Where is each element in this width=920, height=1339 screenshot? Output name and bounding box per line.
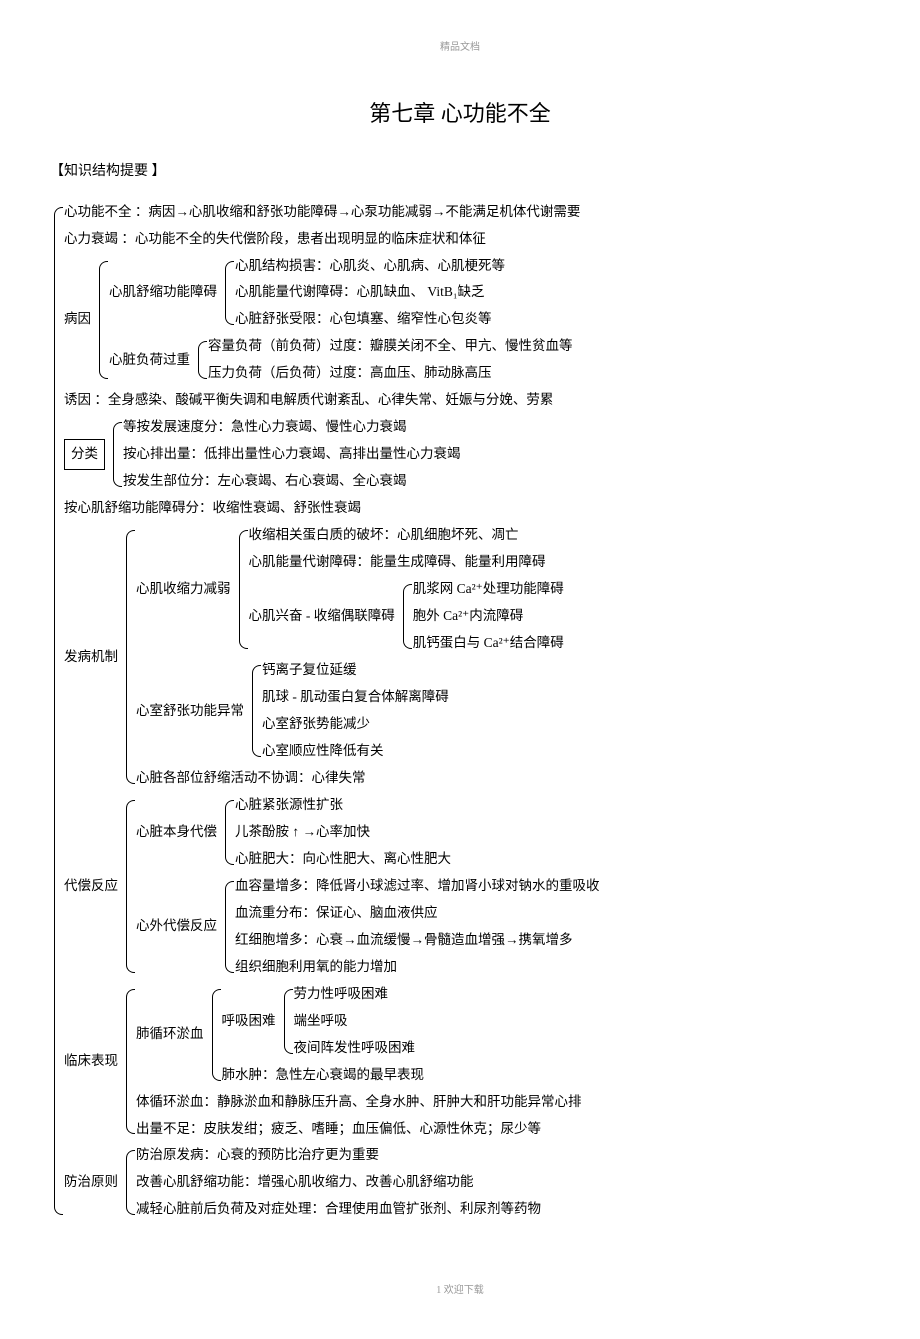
mech-b-label: 心室舒张功能异常 [136, 657, 248, 765]
page-header: 精品文档 [50, 40, 870, 56]
brace-icon [50, 199, 64, 1224]
clinical-label: 临床表现 [64, 981, 122, 1143]
mech-item: 胞外 Ca²⁺内流障碍 [413, 603, 564, 630]
brace-icon [208, 981, 222, 1089]
mech-c: 心脏各部位舒缩活动不协调：心律失常 [136, 765, 564, 792]
classify-label: 分类 [64, 414, 109, 495]
brace-icon [122, 1142, 136, 1223]
treat-item: 改善心肌舒缩功能：增强心肌收缩力、改善心肌舒缩功能 [136, 1169, 541, 1196]
comp-item: 心脏紧张源性扩张 [235, 792, 451, 819]
clin-b: 体循环淤血：静脉淤血和静脉压升高、全身水肿、肝肿大和肝功能异常心排 [136, 1089, 582, 1116]
classify-box: 分类 [64, 439, 105, 470]
comp-item: 红细胞增多：心衰→血流缓慢→骨髓造血增强→携氧增多 [235, 927, 600, 954]
brace-icon [235, 522, 249, 657]
cause-item: 心脏舒张受限：心包填塞、缩窄性心包炎等 [235, 306, 505, 333]
outline-tree: 心功能不全 ：病因→心肌收缩和舒张功能障碍→心泵功能减弱→不能满足机体代谢需要 … [50, 199, 870, 1224]
mech-item: 肌球 - 肌动蛋白复合体解离障碍 [262, 684, 449, 711]
cause-item: 容量负荷（前负荷）过度：瓣膜关闭不全、甲亢、慢性贫血等 [208, 333, 573, 360]
comp-item: 血容量增多：降低肾小球滤过率、增加肾小球对钠水的重吸收 [235, 873, 600, 900]
classify-extra: 按心肌舒缩功能障碍分：收缩性衰竭、舒张性衰竭 [64, 495, 600, 522]
definition-line: 心功能不全 ：病因→心肌收缩和舒张功能障碍→心泵功能减弱→不能满足机体代谢需要 [64, 199, 600, 226]
clin-a-label: 肺循环淤血 [136, 981, 208, 1089]
classify-item: 按心排出量：低排出量性心力衰竭、高排出量性心力衰竭 [123, 441, 461, 468]
treatment-label: 防治原则 [64, 1142, 122, 1223]
trigger-line: 诱因 ：全身感染、酸碱平衡失调和电解质代谢紊乱、心律失常、妊娠与分娩、劳累 [64, 387, 600, 414]
page-footer: 1 欢迎下载 [50, 1283, 870, 1299]
section-label: 【知识结构提要 】 [50, 161, 870, 183]
cause-item: 心肌能量代谢障碍：心肌缺血、 VitB₁缺乏 [235, 279, 505, 306]
comp-item: 儿茶酚胺 ↑ →心率加快 [235, 819, 451, 846]
brace-icon [399, 576, 413, 657]
brace-icon [280, 981, 294, 1062]
dyspnea-label: 呼吸困难 [222, 981, 280, 1062]
brace-icon [109, 414, 123, 495]
brace-icon [95, 253, 109, 388]
classify-item: 等按发展速度分：急性心力衰竭、慢性心力衰竭 [123, 414, 461, 441]
cause-item: 压力负荷（后负荷）过度：高血压、肺动脉高压 [208, 360, 573, 387]
clin-item: 夜间阵发性呼吸困难 [294, 1035, 416, 1062]
clin-c: 出量不足：皮肤发绀；疲乏、嗜睡；血压偏低、心源性休克；尿少等 [136, 1116, 582, 1143]
mech-a-label: 心肌收缩力减弱 [136, 522, 235, 657]
mech-item: 心室顺应性降低有关 [262, 738, 449, 765]
definition-line: 心力衰竭 ：心功能不全的失代偿阶段，患者出现明显的临床症状和体征 [64, 226, 600, 253]
treat-item: 减轻心脏前后负荷及对症处理：合理使用血管扩张剂、利尿剂等药物 [136, 1196, 541, 1223]
cause-label: 病因 [64, 253, 95, 388]
brace-icon [122, 981, 136, 1143]
classify-item: 按发生部位分：左心衰竭、右心衰竭、全心衰竭 [123, 468, 461, 495]
clin-item: 端坐呼吸 [294, 1008, 416, 1035]
mech-item: 心肌能量代谢障碍：能量生成障碍、能量利用障碍 [249, 549, 564, 576]
mech-item: 肌浆网 Ca²⁺处理功能障碍 [413, 576, 564, 603]
mech-i3-label: 心肌兴奋 - 收缩偶联障碍 [249, 576, 399, 657]
mech-item: 钙离子复位延缓 [262, 657, 449, 684]
chapter-title: 第七章 心功能不全 [50, 96, 870, 131]
comp-b-label: 心外代偿反应 [136, 873, 221, 981]
mech-item: 肌钙蛋白与 Ca²⁺结合障碍 [413, 630, 564, 657]
brace-icon [221, 873, 235, 981]
brace-icon [221, 792, 235, 873]
brace-icon [248, 657, 262, 765]
brace-icon [221, 253, 235, 334]
brace-icon [194, 333, 208, 387]
cause-a-label: 心肌舒缩功能障碍 [109, 253, 221, 334]
comp-item: 心脏肥大：向心性肥大、离心性肥大 [235, 846, 451, 873]
mech-item: 心室舒张势能减少 [262, 711, 449, 738]
cause-b-label: 心脏负荷过重 [109, 333, 194, 387]
treat-item: 防治原发病：心衰的预防比治疗更为重要 [136, 1142, 541, 1169]
comp-item: 血流重分布：保证心、脑血液供应 [235, 900, 600, 927]
brace-icon [122, 522, 136, 792]
clin-edema: 肺水肿：急性左心衰竭的最早表现 [222, 1062, 425, 1089]
clin-item: 劳力性呼吸困难 [294, 981, 416, 1008]
comp-a-label: 心脏本身代偿 [136, 792, 221, 873]
brace-icon [122, 792, 136, 981]
compensation-label: 代偿反应 [64, 792, 122, 981]
comp-item: 组织细胞利用氧的能力增加 [235, 954, 600, 981]
cause-item: 心肌结构损害：心肌炎、心肌病、心肌梗死等 [235, 253, 505, 280]
mech-item: 收缩相关蛋白质的破坏：心肌细胞坏死、凋亡 [249, 522, 564, 549]
mechanism-label: 发病机制 [64, 522, 122, 792]
